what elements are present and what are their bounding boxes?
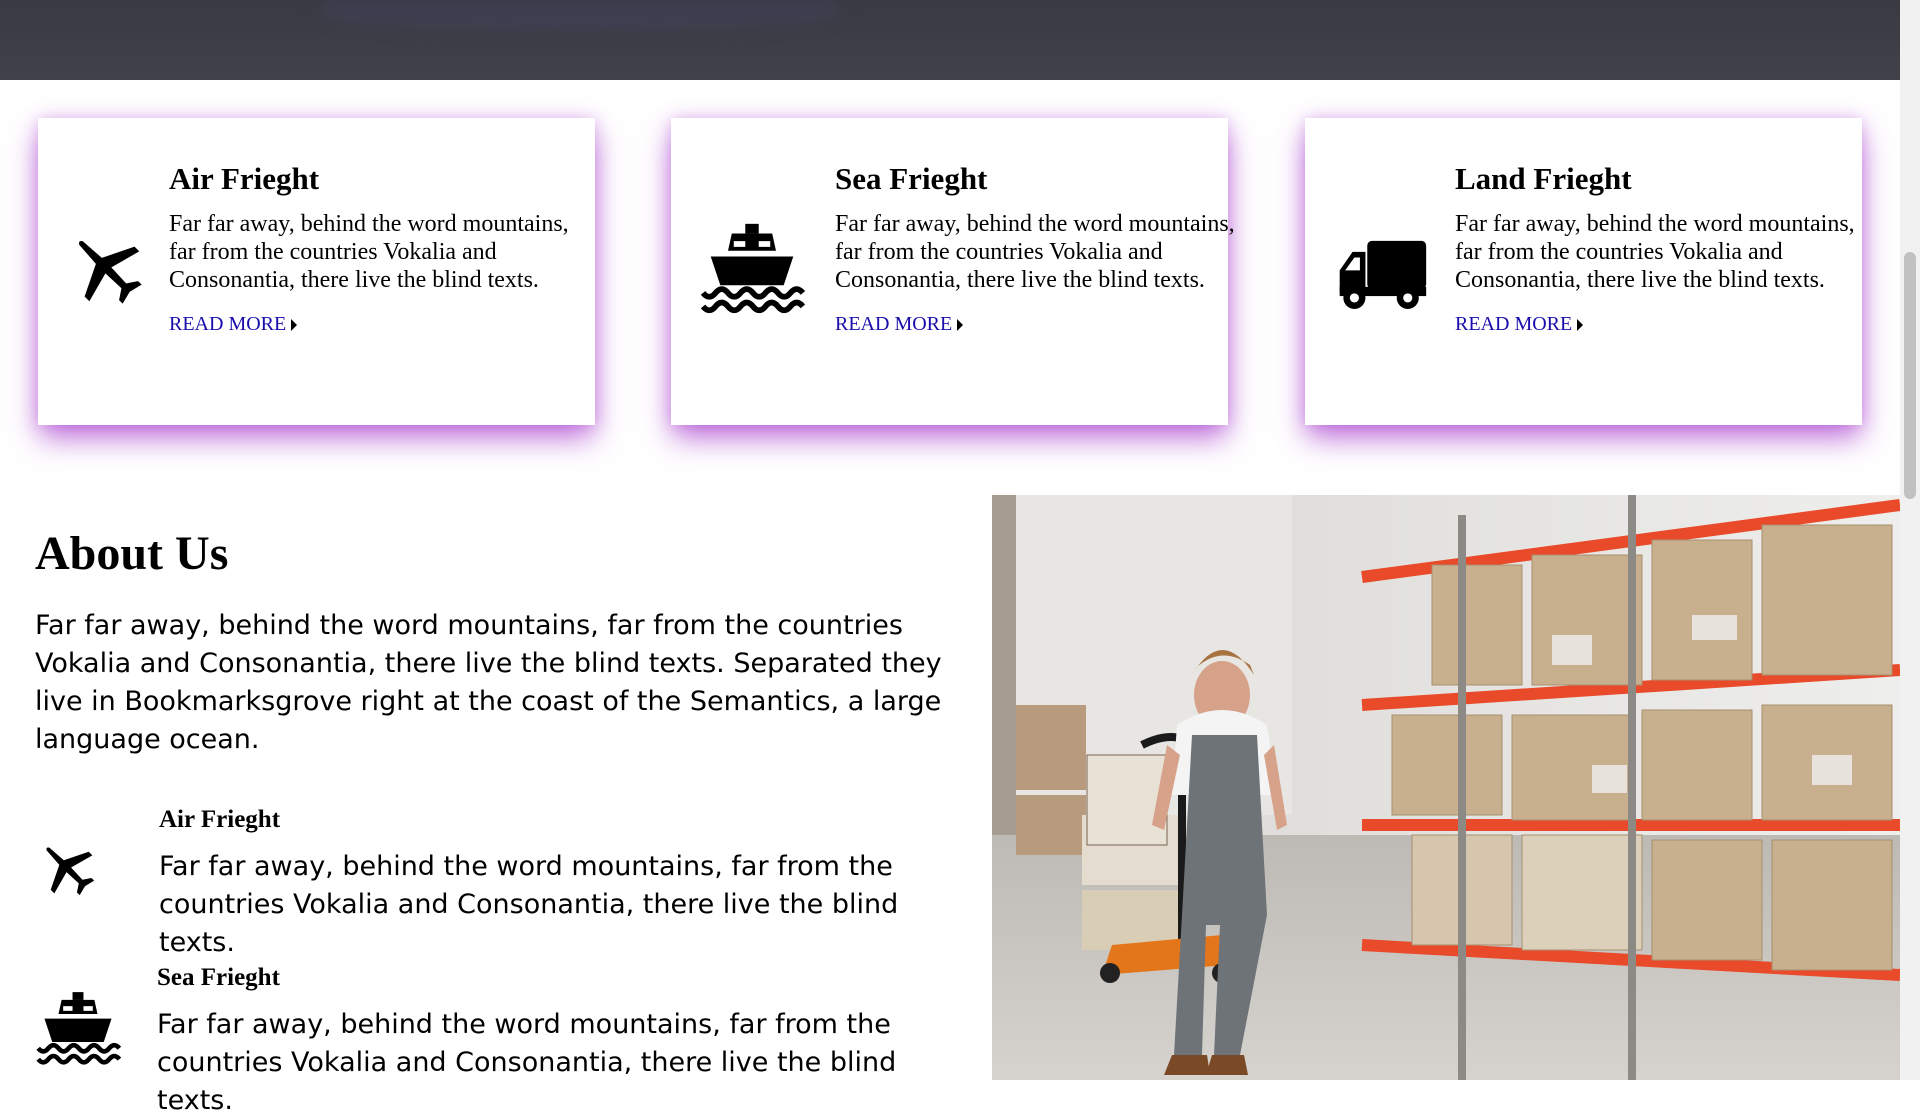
caret-right-icon <box>291 318 298 331</box>
service-card-air: Air Frieght Far far away, behind the wor… <box>38 118 595 425</box>
plane-icon <box>64 226 148 310</box>
service-card-sea: Sea Frieght Far far away, behind the wor… <box>671 118 1235 425</box>
page-scrollbar[interactable] <box>1900 0 1920 1080</box>
feature-title: Sea Frieght <box>157 964 280 991</box>
read-more-link[interactable]: READ MORE <box>835 313 964 336</box>
ship-icon <box>35 989 121 1067</box>
read-more-link[interactable]: READ MORE <box>169 313 298 336</box>
scrollbar-thumb[interactable] <box>1904 252 1916 499</box>
service-description: Far far away, behind the word mountains,… <box>169 211 569 294</box>
truck-icon <box>1336 236 1428 312</box>
ship-icon <box>699 220 805 314</box>
feature-description: Far far away, behind the word mountains,… <box>159 851 899 958</box>
service-title: Air Frieght <box>169 161 320 196</box>
service-card-land: Land Frieght Far far away, behind the wo… <box>1305 118 1862 425</box>
about-description: Far far away, behind the word mountains,… <box>35 609 942 755</box>
caret-right-icon <box>957 318 964 331</box>
warehouse-photo <box>992 495 1900 1080</box>
feature-title: Air Frieght <box>159 806 281 833</box>
service-description: Far far away, behind the word mountains,… <box>835 211 1235 294</box>
service-description: Far far away, behind the word mountains,… <box>1455 211 1855 294</box>
read-more-label: READ MORE <box>169 313 287 336</box>
about-section: About Us Far far away, behind the word m… <box>35 525 960 759</box>
caret-right-icon <box>1577 318 1584 331</box>
feature-description: Far far away, behind the word mountains,… <box>157 1009 897 1116</box>
read-more-label: READ MORE <box>1455 313 1573 336</box>
about-title: About Us <box>35 527 229 580</box>
read-more-link[interactable]: READ MORE <box>1455 313 1584 336</box>
service-title: Sea Frieght <box>835 161 988 196</box>
hero-banner-bottom <box>0 0 1900 80</box>
plane-icon <box>35 836 99 900</box>
feature-sea-freight: Sea Frieght Far far away, behind the wor… <box>35 964 955 1116</box>
service-title: Land Frieght <box>1455 161 1632 196</box>
read-more-label: READ MORE <box>835 313 953 336</box>
feature-air-freight: Air Frieght Far far away, behind the wor… <box>35 806 955 958</box>
